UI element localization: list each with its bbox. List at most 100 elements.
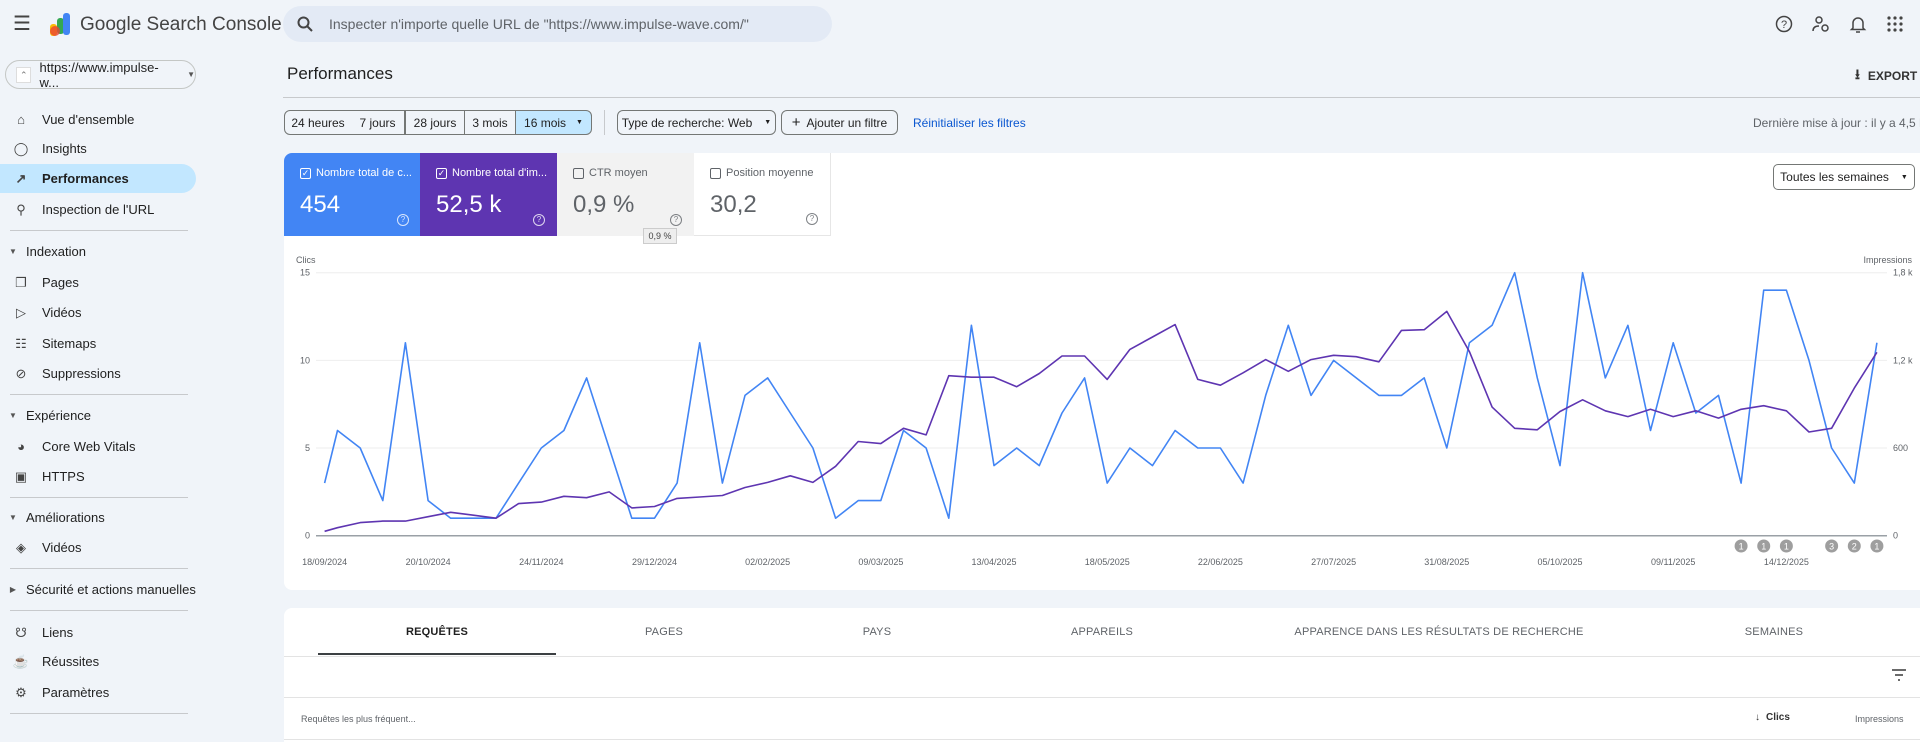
help-icon[interactable]: ? — [397, 214, 409, 226]
data-point-impressions — [946, 373, 951, 378]
data-point-clics — [810, 446, 815, 451]
menu-icon[interactable]: ☰ — [13, 14, 31, 34]
section-label: Indexation — [26, 243, 86, 259]
add-filter-button[interactable]: + Ajouter un filtre — [781, 110, 898, 135]
data-point-clics — [1761, 288, 1766, 293]
links-icon: ☋ — [15, 624, 27, 640]
annotation-count: 1 — [1739, 542, 1744, 552]
sidebar-item-sitemaps[interactable]: ☷ Sitemaps — [0, 329, 196, 358]
data-point-clics — [675, 481, 680, 486]
help-icon[interactable]: ? — [670, 214, 682, 226]
range-28d-button[interactable]: 28 jours — [405, 110, 465, 135]
sidebar-item-label: HTTPS — [42, 469, 85, 484]
sidebar-item-overview[interactable]: ⌂ Vue d'ensemble — [0, 105, 196, 134]
column-header-impressions[interactable]: Impressions — [1855, 714, 1904, 724]
data-point-clics — [1625, 323, 1630, 328]
property-selector[interactable]: ⌃ https://www.impulse-w... ▼ — [5, 60, 196, 90]
sidebar-item-videos-enhancement[interactable]: ◈ Vidéos — [0, 533, 196, 562]
gear-icon: ⚙ — [15, 684, 27, 700]
tab-countries[interactable]: PAYS — [863, 626, 892, 638]
metric-card-position[interactable]: Position moyenne 30,2 ? — [694, 153, 831, 236]
sidebar-item-removals[interactable]: ⊘ Suppressions — [0, 359, 196, 388]
sidebar-item-pages[interactable]: ❐ Pages — [0, 268, 196, 297]
data-point-clics — [1014, 446, 1019, 451]
sidebar-item-performances[interactable]: ↗ Performances — [0, 164, 196, 193]
sidebar-item-label: Liens — [42, 625, 74, 640]
apps-icon[interactable] — [1886, 15, 1904, 33]
section-experience[interactable]: ▼ Expérience — [0, 404, 196, 426]
sidebar-item-links[interactable]: ☋ Liens — [0, 618, 196, 647]
data-point-impressions — [1512, 426, 1517, 431]
metric-label: Nombre total de c... — [316, 167, 412, 179]
tab-queries[interactable]: REQUÊTES — [406, 626, 468, 638]
sidebar-item-https[interactable]: ▣ HTTPS — [0, 462, 196, 491]
search-type-dropdown[interactable]: Type de recherche: Web ▼ — [617, 110, 776, 135]
tab-search-appearance[interactable]: APPARENCE DANS LES RÉSULTATS DE RECHERCH… — [1294, 626, 1583, 638]
sidebar-item-core-web-vitals[interactable]: ◕ Core Web Vitals — [0, 432, 196, 461]
bell-icon[interactable] — [1849, 15, 1867, 33]
sidebar-item-url-inspection[interactable]: ⚲ Inspection de l'URL — [0, 195, 196, 224]
x-tick-label: 09/03/2025 — [858, 557, 903, 567]
data-point-clics — [403, 340, 408, 345]
data-point-impressions — [1059, 353, 1064, 358]
data-point-impressions — [403, 519, 408, 524]
reset-filters-link[interactable]: Réinitialiser les filtres — [913, 116, 1026, 130]
checkbox-unchecked-icon[interactable] — [573, 167, 584, 179]
range-3m-button[interactable]: 3 mois — [464, 110, 516, 135]
column-header-clicks[interactable]: ↓ Clics — [1755, 712, 1790, 723]
sidebar-item-videos[interactable]: ▷ Vidéos — [0, 298, 196, 327]
data-point-clics — [720, 481, 725, 486]
url-inspect-search[interactable]: Inspecter n'importe quelle URL de "https… — [283, 6, 832, 42]
metric-card-ctr[interactable]: CTR moyen 0,9 % ? — [557, 153, 694, 236]
checkbox-checked-icon[interactable]: ✓ — [300, 167, 311, 179]
help-icon[interactable]: ? — [806, 213, 818, 225]
data-point-clics — [1874, 340, 1879, 345]
checkbox-checked-icon[interactable]: ✓ — [436, 167, 447, 179]
data-point-clics — [1173, 428, 1178, 433]
manage-users-icon[interactable] — [1812, 15, 1830, 33]
data-point-impressions — [380, 519, 385, 524]
download-icon: ⭳ — [1855, 66, 1860, 82]
tab-weeks[interactable]: SEMAINES — [1745, 626, 1803, 638]
data-point-clics — [561, 428, 566, 433]
export-button[interactable]: ⭳ EXPORT — [1855, 64, 1917, 88]
sidebar-item-insights[interactable]: ◯ Insights — [0, 134, 196, 163]
data-point-clics — [1467, 340, 1472, 345]
data-point-impressions — [1648, 407, 1653, 412]
divider — [10, 713, 188, 714]
column-header-queries[interactable]: Requêtes les plus fréquent... — [301, 714, 416, 724]
sidebar-item-settings[interactable]: ⚙ Paramètres — [0, 678, 196, 707]
y-tick-right: 600 — [1893, 443, 1908, 453]
data-point-clics — [924, 446, 929, 451]
section-indexation[interactable]: ▼ Indexation — [0, 240, 196, 262]
range-7d-button[interactable]: 7 jours — [351, 110, 405, 135]
data-point-clics — [833, 516, 838, 521]
y-tick-left: 15 — [300, 268, 310, 278]
section-enhancements[interactable]: ▼ Améliorations — [0, 506, 196, 528]
data-point-impressions — [584, 495, 589, 500]
property-icon: ⌃ — [16, 66, 32, 83]
checkbox-unchecked-icon[interactable] — [710, 167, 721, 179]
sidebar-item-achievements[interactable]: ☕ Réussites — [0, 647, 196, 676]
tab-devices[interactable]: APPAREILS — [1071, 626, 1133, 638]
tab-pages[interactable]: PAGES — [645, 626, 683, 638]
performance-line-chart[interactable]: Clics Impressions 0 0 5 600 10 1,2 k 15 1,8 k 18… — [284, 240, 1920, 580]
filter-rows-icon[interactable] — [1891, 668, 1907, 682]
section-security[interactable]: ▶ Sécurité et actions manuelles — [0, 578, 196, 600]
range-24h-button[interactable]: 24 heures — [284, 110, 352, 135]
x-tick-label: 29/12/2024 — [632, 557, 677, 567]
range-16m-button[interactable]: 16 mois ▼ — [515, 110, 592, 135]
button-label: Ajouter un filtre — [806, 115, 888, 130]
metric-card-clicks[interactable]: ✓ Nombre total de c... 454 ? — [284, 153, 421, 236]
data-point-impressions — [652, 504, 657, 509]
series-line-impressions — [324, 310, 1878, 533]
metric-card-impressions[interactable]: ✓ Nombre total d'im... 52,5 k ? — [420, 153, 557, 236]
data-point-impressions — [358, 520, 363, 525]
granularity-dropdown[interactable]: Toutes les semaines ▼ — [1773, 164, 1915, 190]
data-point-impressions — [901, 426, 906, 431]
svg-text:?: ? — [1781, 19, 1787, 31]
y-tick-right: 0 — [1893, 531, 1898, 541]
data-point-impressions — [1218, 383, 1223, 388]
help-icon[interactable]: ? — [533, 214, 545, 226]
help-icon[interactable]: ? — [1775, 15, 1793, 33]
